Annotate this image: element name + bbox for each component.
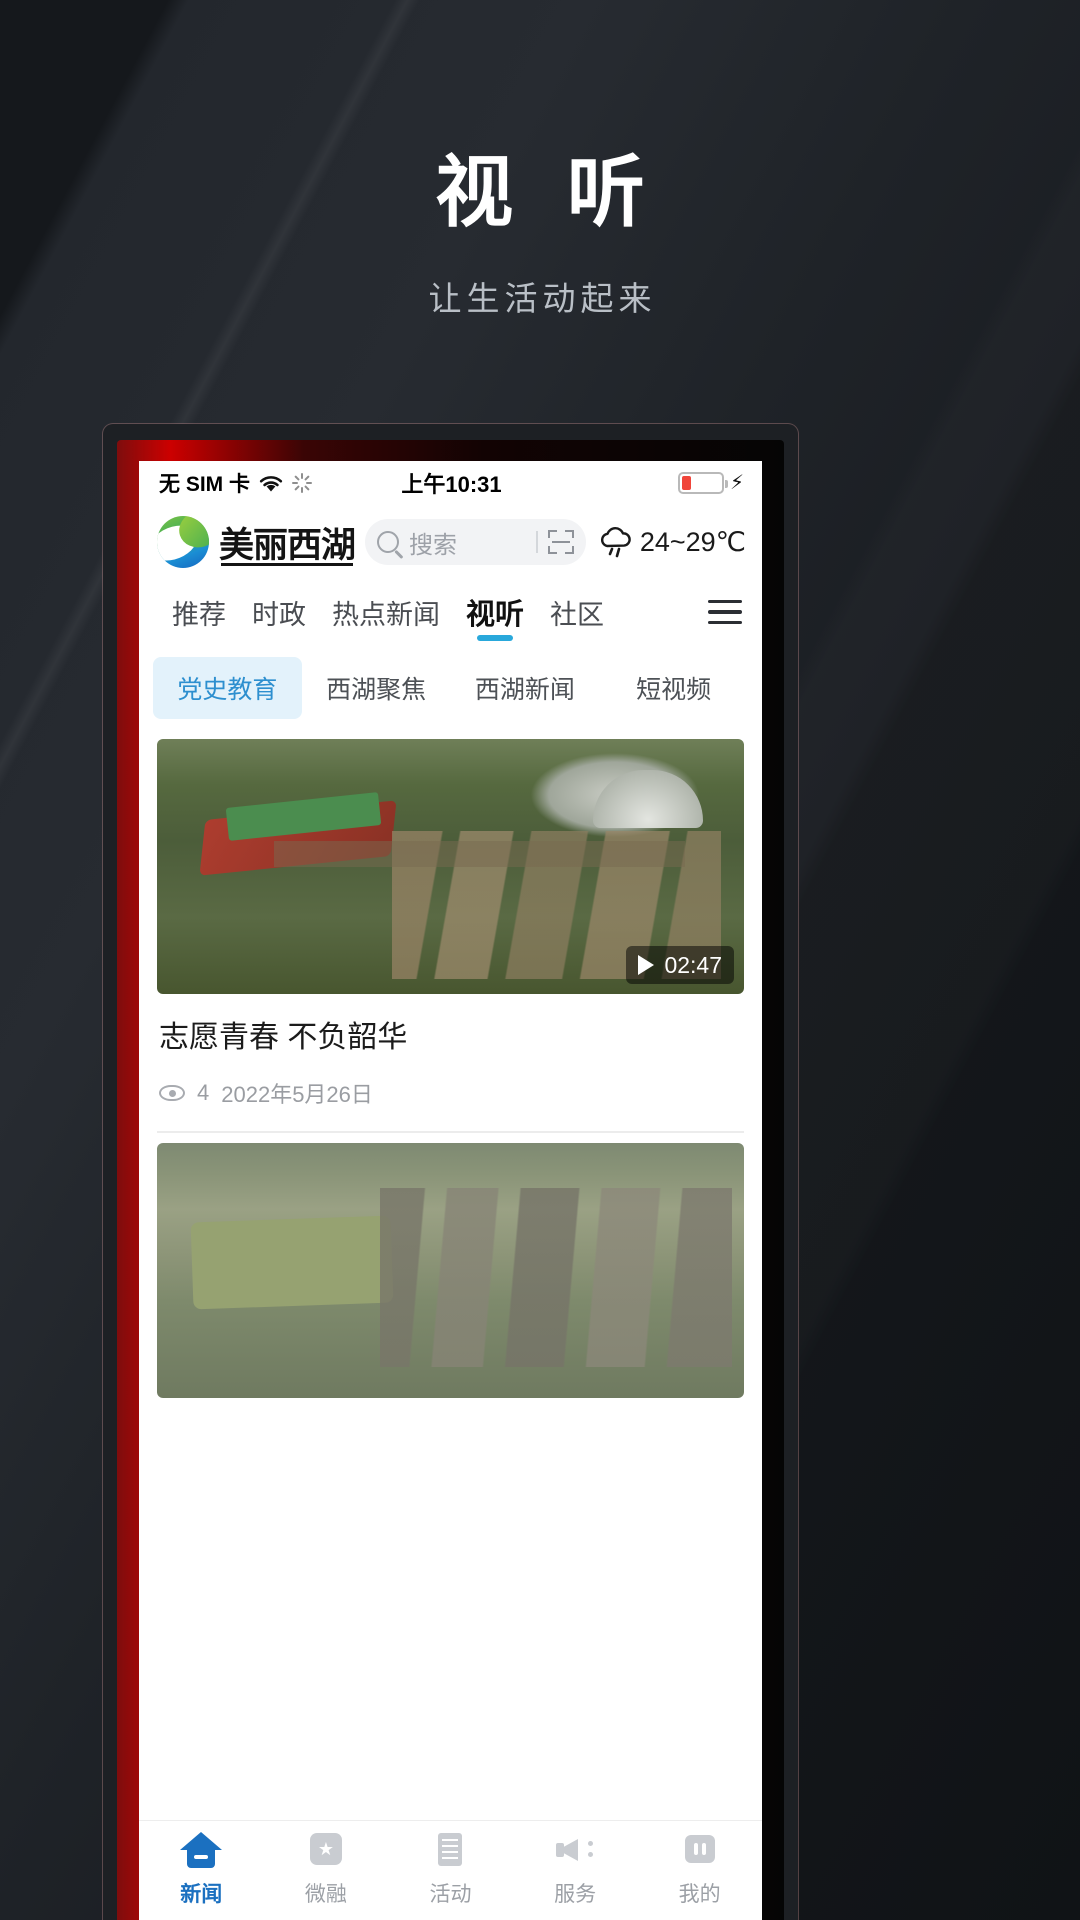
user-icon (679, 1831, 721, 1871)
home-icon (180, 1831, 223, 1871)
bottom-nav-item-activity[interactable]: 活动 (388, 1831, 513, 1908)
rain-cloud-icon (596, 525, 634, 559)
bottom-nav-item-mine[interactable]: 我的 (637, 1831, 762, 1908)
spinner-icon (292, 473, 313, 493)
video-date: 2022年5月26日 (221, 1082, 373, 1107)
search-placeholder: 搜索 (409, 531, 458, 559)
brand-title: 美丽西湖 (219, 517, 356, 568)
video-meta: 4 2022年5月26日 (157, 1057, 744, 1131)
video-list: 02:47 志愿青春 不负韶华 4 2022年5月26日 (139, 729, 762, 1398)
carrier-label: 无 SIM 卡 (159, 473, 251, 496)
lightning-bolt-icon: ⚡ (729, 472, 744, 494)
phone-mockup-frame: 无 SIM 卡 上午10:31 ⚡ 美丽西湖 搜索 24~29℃ 推荐 时政 热… (103, 424, 798, 1920)
status-bar: 无 SIM 卡 上午10:31 ⚡ (139, 461, 762, 505)
eye-icon (159, 1085, 185, 1101)
bottom-nav-label: 我的 (678, 1883, 721, 1906)
bottom-navigation-bar: 新闻 ★ 微融 活动 服务 我的 (139, 1820, 762, 1920)
wifi-icon (258, 474, 284, 493)
hamburger-menu-icon[interactable] (708, 600, 742, 624)
phone-screen: 无 SIM 卡 上午10:31 ⚡ 美丽西湖 搜索 24~29℃ 推荐 时政 热… (139, 461, 762, 1920)
status-bar-right: ⚡ (502, 472, 744, 494)
promo-subtitle: 让生活动起来 (428, 280, 657, 317)
bottom-nav-label: 微融 (304, 1883, 347, 1906)
bottom-nav-label: 新闻 (180, 1883, 223, 1906)
bottom-nav-item-weirong[interactable]: ★ 微融 (264, 1831, 389, 1908)
video-view-count: 4 (197, 1080, 210, 1105)
video-card[interactable] (157, 1133, 744, 1398)
video-card[interactable]: 02:47 志愿青春 不负韶华 4 2022年5月26日 (157, 729, 744, 1131)
promo-title: 视 听 (435, 148, 661, 236)
nav-tab-community[interactable]: 社区 (537, 579, 617, 645)
video-duration-label: 02:47 (664, 951, 722, 978)
search-icon (377, 531, 400, 553)
app-header: 美丽西湖 搜索 24~29℃ (139, 505, 762, 579)
bottom-nav-item-service[interactable]: 服务 (513, 1831, 638, 1908)
video-thumbnail[interactable]: 02:47 (157, 739, 744, 994)
search-input[interactable]: 搜索 (365, 519, 586, 565)
nav-tab-politics[interactable]: 时政 (239, 579, 319, 645)
nav-tab-video[interactable]: 视听 (453, 579, 537, 645)
weather-widget[interactable]: 24~29℃ (596, 525, 746, 559)
sub-category-tabs: 党史教育 西湖聚焦 西湖新闻 短视频 (139, 645, 762, 729)
nav-tab-recommend[interactable]: 推荐 (159, 579, 239, 645)
sub-tab-party-history[interactable]: 党史教育 (153, 657, 302, 719)
megaphone-icon (554, 1831, 596, 1871)
status-bar-left: 无 SIM 卡 (159, 468, 401, 498)
phone-bezel: 无 SIM 卡 上午10:31 ⚡ 美丽西湖 搜索 24~29℃ 推荐 时政 热… (117, 440, 784, 1920)
bottom-nav-label: 服务 (554, 1883, 597, 1906)
status-bar-time: 上午10:31 (401, 472, 502, 497)
sub-tab-xihu-news[interactable]: 西湖新闻 (451, 657, 600, 719)
video-title: 志愿青春 不负韶华 (159, 1021, 408, 1054)
weather-temperature: 24~29℃ (639, 526, 746, 557)
bottom-nav-item-news[interactable]: 新闻 (139, 1831, 264, 1908)
app-logo-swirl-icon (157, 516, 209, 568)
bottom-nav-label: 活动 (429, 1883, 472, 1906)
sub-tab-short-video[interactable]: 短视频 (599, 657, 748, 719)
document-lines-icon (429, 1831, 471, 1871)
star-square-icon: ★ (305, 1831, 347, 1871)
video-thumbnail[interactable] (157, 1142, 744, 1398)
search-divider (536, 531, 538, 553)
sub-tab-xihu-focus[interactable]: 西湖聚焦 (302, 657, 451, 719)
scan-code-icon[interactable] (547, 530, 574, 554)
video-duration-badge: 02:47 (626, 946, 734, 984)
play-icon (638, 955, 655, 975)
battery-icon (677, 472, 728, 494)
category-nav-tabs: 推荐 时政 热点新闻 视听 社区 (139, 579, 762, 645)
nav-tab-hot-news[interactable]: 热点新闻 (319, 579, 453, 645)
